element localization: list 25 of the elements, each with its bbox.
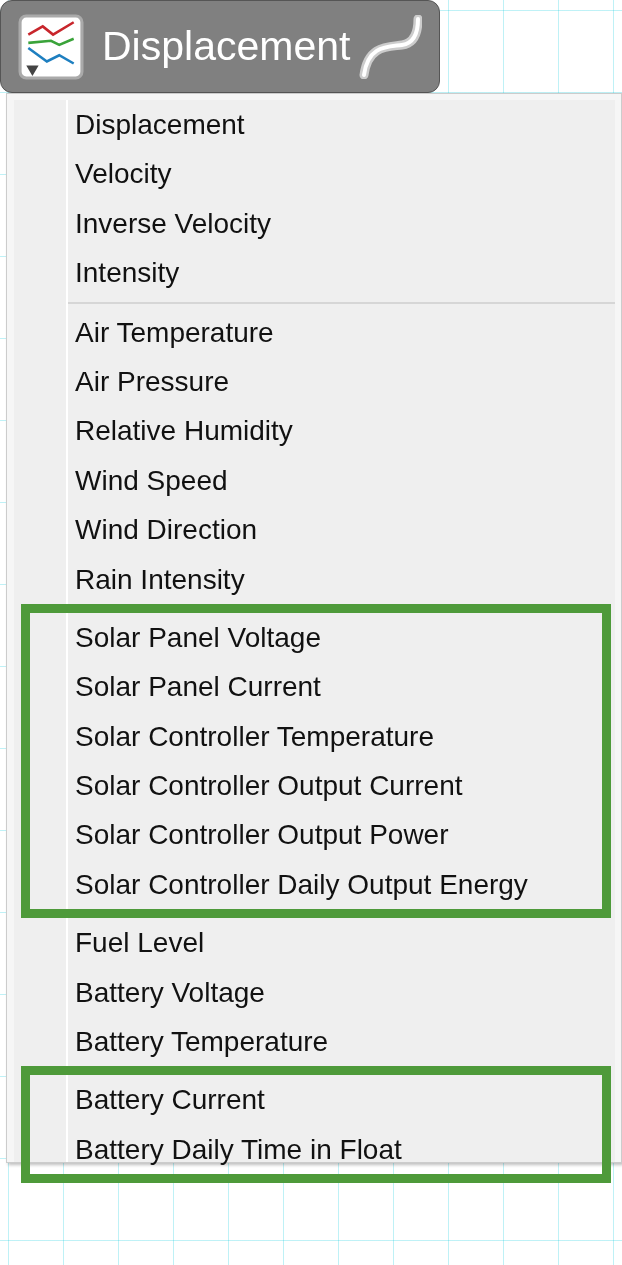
menu-item[interactable]: Inverse Velocity xyxy=(14,198,615,249)
menu-item[interactable]: Air Temperature xyxy=(14,307,615,357)
menu-item[interactable]: Battery Voltage xyxy=(14,967,615,1018)
menu-item[interactable]: Wind Direction xyxy=(14,505,615,555)
menu-item[interactable]: Battery Current xyxy=(30,1075,602,1125)
menu-item[interactable]: Solar Controller Temperature xyxy=(30,711,602,762)
menu-item[interactable]: Solar Controller Daily Output Energy xyxy=(30,859,602,910)
menu-item[interactable]: Relative Humidity xyxy=(14,406,615,456)
menu-item[interactable]: Solar Panel Voltage xyxy=(30,612,602,663)
curve-icon xyxy=(358,14,423,79)
menu-item[interactable]: Battery Daily Time in Float xyxy=(30,1124,602,1175)
menu-item[interactable]: Intensity xyxy=(14,248,615,298)
menu-item[interactable]: Velocity xyxy=(14,149,615,199)
menu-item[interactable]: Battery Temperature xyxy=(14,1017,615,1067)
menu-item[interactable]: Air Pressure xyxy=(14,356,615,407)
menu-item[interactable]: Wind Speed xyxy=(14,455,615,506)
menu-item[interactable]: Solar Controller Output Current xyxy=(30,761,602,811)
menu-item[interactable]: Solar Panel Current xyxy=(30,662,602,712)
line-chart-icon xyxy=(18,13,84,80)
chart-type-title: Displacement xyxy=(102,23,351,70)
menu-item[interactable]: Fuel Level xyxy=(14,918,615,968)
menu-item[interactable]: Displacement xyxy=(14,100,615,150)
menu-item[interactable]: Solar Controller Output Power xyxy=(30,810,602,860)
chart-type-button[interactable]: Displacement xyxy=(0,0,440,93)
menu-item[interactable]: Rain Intensity xyxy=(14,554,615,604)
